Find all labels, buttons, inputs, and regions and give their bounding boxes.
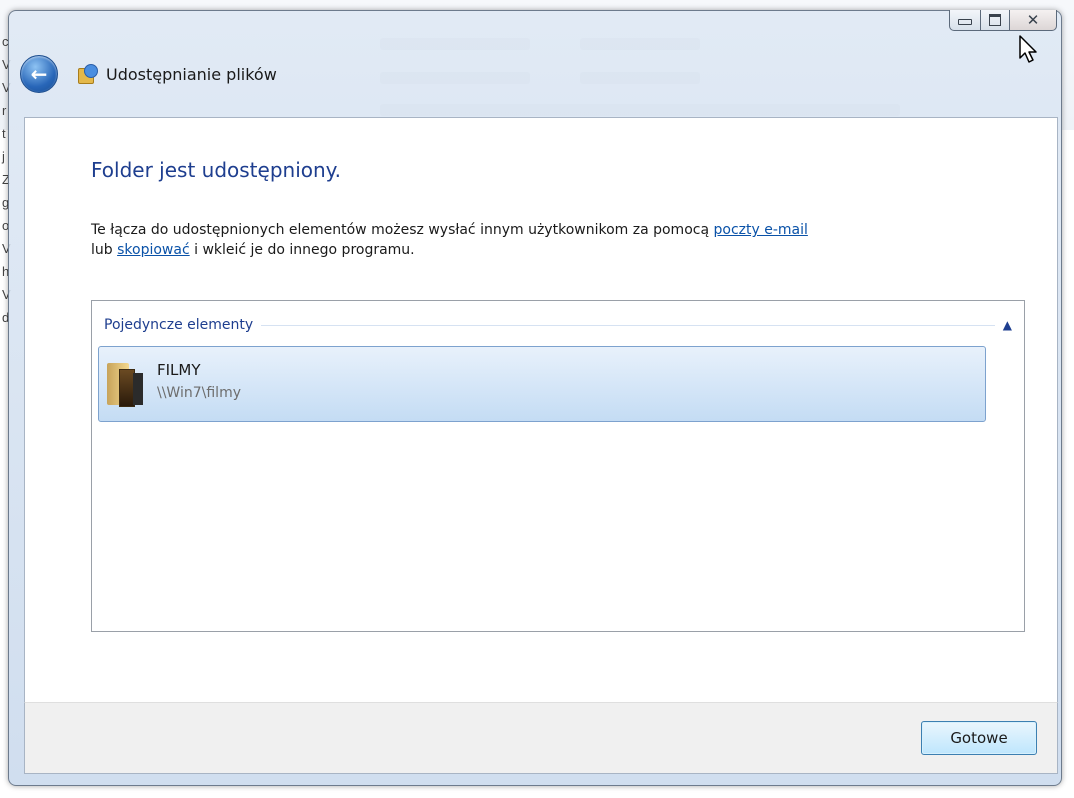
- description-part: i wkleić je do innego programu.: [189, 242, 415, 258]
- content-pane: Folder jest udostępniony. Te łącza do ud…: [24, 117, 1058, 703]
- email-link[interactable]: poczty e-mail: [714, 222, 808, 238]
- back-button[interactable]: ←: [20, 55, 58, 93]
- minimize-icon: [958, 19, 972, 25]
- shared-items-list[interactable]: Pojedyncze elementy ▲ FILMY \\Win7\filmy: [91, 300, 1025, 632]
- window-title: Udostępnianie plików: [106, 64, 277, 84]
- group-header[interactable]: Pojedyncze elementy ▲: [104, 315, 1012, 335]
- maximize-button[interactable]: [981, 10, 1010, 31]
- folder-icon: [107, 363, 147, 407]
- item-name: FILMY: [157, 361, 201, 379]
- description-text: Te łącza do udostępnionych elementów moż…: [91, 220, 1041, 260]
- back-arrow-icon: ←: [30, 62, 48, 86]
- minimize-button[interactable]: [949, 10, 981, 31]
- titlebar: ← Udostępnianie plików: [20, 54, 277, 94]
- page-heading: Folder jest udostępniony.: [91, 158, 341, 182]
- footer-bar: Gotowe: [24, 702, 1058, 774]
- done-button[interactable]: Gotowe: [921, 721, 1037, 755]
- description-part: Te łącza do udostępnionych elementów moż…: [91, 222, 714, 238]
- item-path: \\Win7\filmy: [157, 385, 241, 401]
- chevron-up-icon[interactable]: ▲: [1003, 319, 1012, 331]
- close-icon: ✕: [1026, 10, 1040, 29]
- description-part: lub: [91, 242, 118, 258]
- group-divider: [261, 324, 995, 326]
- copy-link[interactable]: skopiować: [117, 242, 190, 258]
- group-title: Pojedyncze elementy: [104, 317, 254, 333]
- maximize-icon: [989, 14, 1001, 26]
- caption-buttons: ✕: [949, 10, 1057, 31]
- list-item[interactable]: FILMY \\Win7\filmy: [98, 346, 986, 422]
- file-sharing-icon: [78, 64, 98, 84]
- close-button[interactable]: ✕: [1010, 10, 1057, 31]
